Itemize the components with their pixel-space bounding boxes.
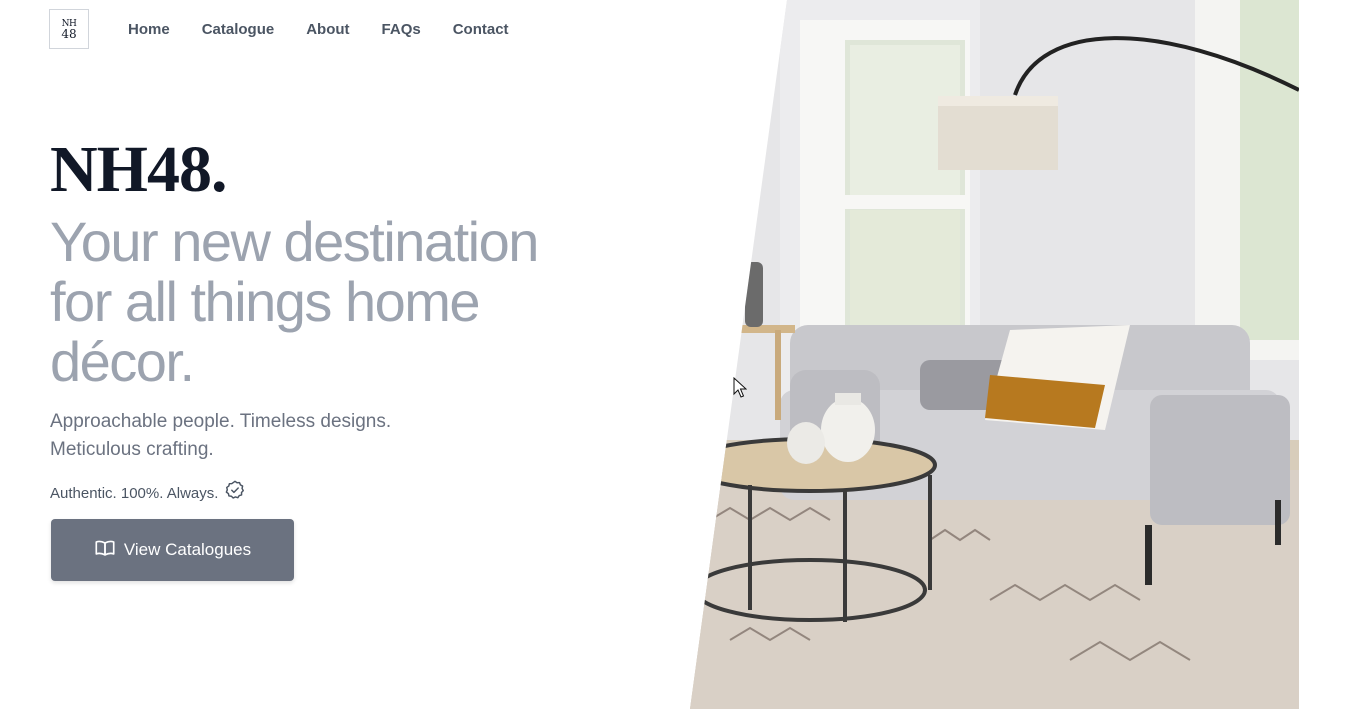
authenticity-line: Authentic. 100%. Always. <box>50 479 246 509</box>
nav-home[interactable]: Home <box>128 20 170 40</box>
nav-contact[interactable]: Contact <box>453 20 509 40</box>
hero-living-room-image <box>690 0 1299 709</box>
nav-catalogue[interactable]: Catalogue <box>202 20 275 40</box>
mouse-cursor-icon <box>733 376 748 399</box>
brand-logo[interactable]: NH 48 <box>49 9 89 49</box>
view-catalogues-label: View Catalogues <box>123 540 252 559</box>
hero-headline: Your new destination for all things home… <box>50 210 539 393</box>
view-catalogues-button[interactable]: View Catalogues <box>51 519 294 581</box>
open-book-icon <box>94 537 116 564</box>
nav-faqs[interactable]: FAQs <box>382 20 421 40</box>
logo-line-2: 48 <box>61 27 77 41</box>
main-nav: Home Catalogue About FAQs Contact <box>128 19 541 41</box>
verified-badge-icon <box>224 479 246 509</box>
hero-brand-title: NH48. <box>50 133 227 206</box>
nav-about[interactable]: About <box>306 20 349 40</box>
hero-tagline: Approachable people. Timeless designs. M… <box>50 411 392 460</box>
authenticity-text: Authentic. 100%. Always. <box>50 485 219 502</box>
